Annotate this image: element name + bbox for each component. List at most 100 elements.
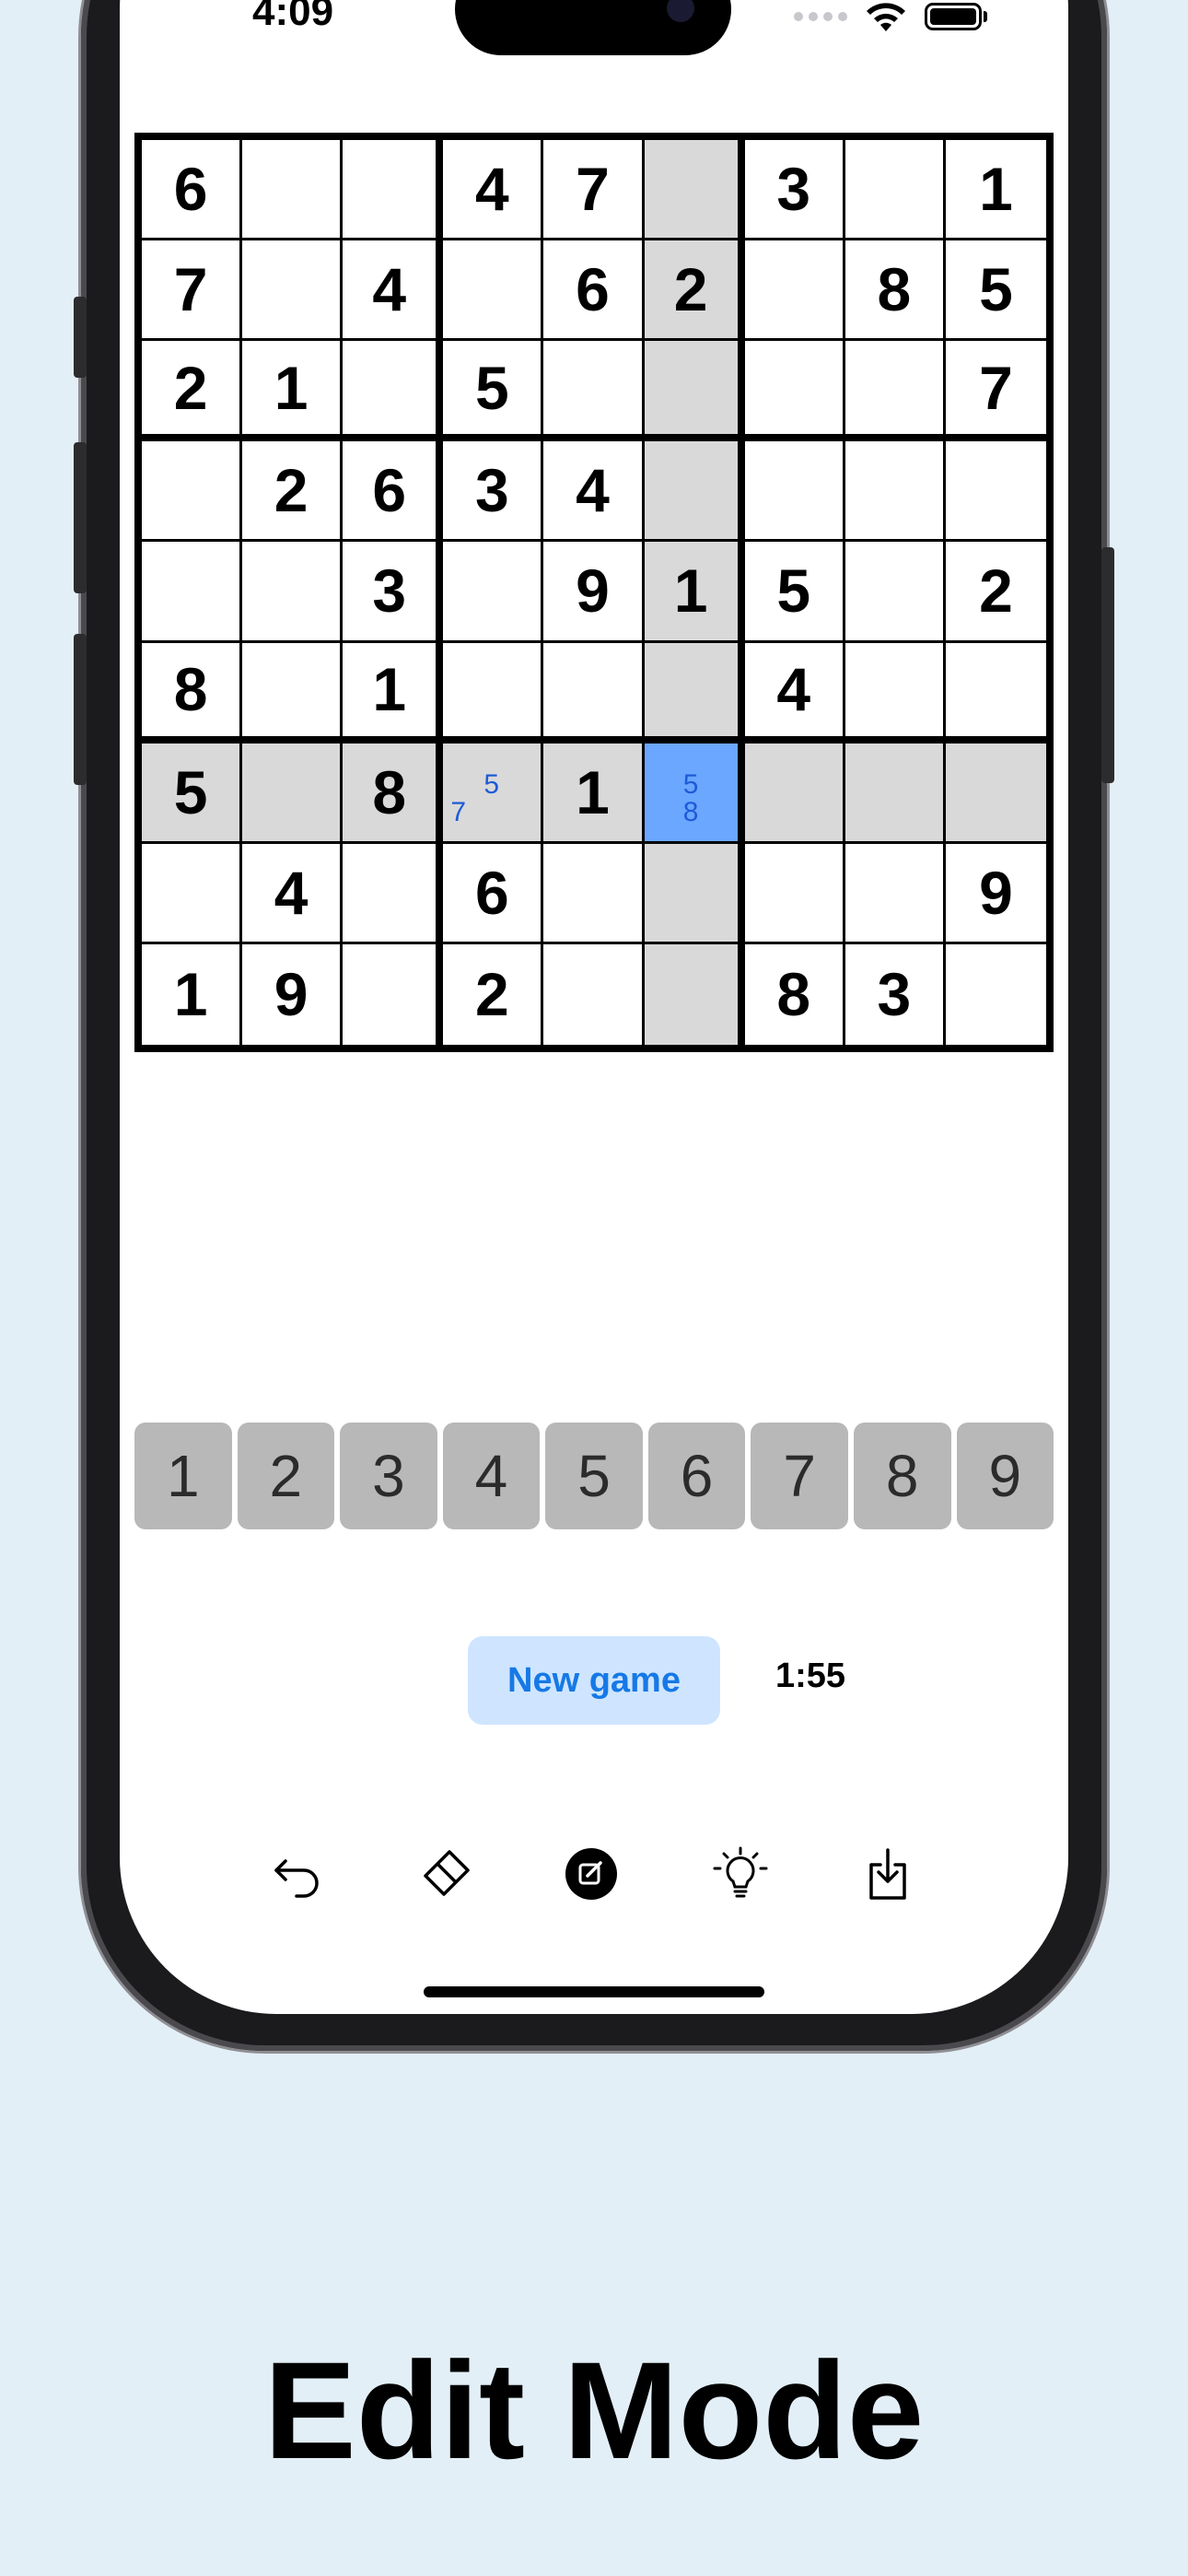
sudoku-cell-r9-c6[interactable]	[644, 943, 745, 1045]
sudoku-cell-r6-c4[interactable]	[443, 642, 544, 744]
sudoku-cell-r4-c4[interactable]: 3	[443, 441, 544, 543]
numpad-key-8[interactable]: 8	[853, 1423, 951, 1529]
sudoku-cell-r4-c1[interactable]	[142, 441, 243, 543]
sudoku-cell-r4-c5[interactable]: 4	[543, 441, 645, 543]
sudoku-cell-r3-c1[interactable]: 2	[142, 341, 243, 442]
sudoku-cell-r8-c3[interactable]	[343, 843, 444, 944]
sudoku-cell-r4-c7[interactable]	[744, 441, 845, 543]
sudoku-cell-r5-c7[interactable]: 5	[744, 542, 845, 643]
sudoku-cell-r5-c8[interactable]	[844, 542, 946, 643]
sudoku-cell-r3-c5[interactable]	[543, 341, 645, 442]
sudoku-cell-r8-c8[interactable]	[844, 843, 946, 944]
sudoku-cell-r1-c1[interactable]: 6	[142, 140, 243, 241]
erase-button[interactable]	[409, 1837, 483, 1911]
sudoku-cell-r3-c8[interactable]	[844, 341, 946, 442]
sudoku-cell-r8-c5[interactable]	[543, 843, 645, 944]
numpad-key-5[interactable]: 5	[545, 1423, 643, 1529]
numpad-key-1[interactable]: 1	[134, 1423, 232, 1529]
sudoku-cell-r3-c9[interactable]: 7	[945, 341, 1046, 442]
sudoku-cell-r8-c1[interactable]	[142, 843, 243, 944]
sudoku-cell-r2-c2[interactable]	[242, 240, 344, 342]
new-game-button[interactable]: New game	[468, 1636, 720, 1725]
sudoku-cell-r7-c8[interactable]	[844, 743, 946, 844]
sudoku-cell-r8-c4[interactable]: 6	[443, 843, 544, 944]
numpad-key-3[interactable]: 3	[340, 1423, 437, 1529]
sudoku-cell-r3-c6[interactable]	[644, 341, 745, 442]
sudoku-cell-r2-c9[interactable]: 5	[945, 240, 1046, 342]
sudoku-cell-r1-c4[interactable]: 4	[443, 140, 544, 241]
sudoku-cell-r2-c7[interactable]	[744, 240, 845, 342]
sudoku-cell-r9-c7[interactable]: 8	[744, 943, 845, 1045]
sudoku-cell-r1-c6[interactable]	[644, 140, 745, 241]
sudoku-cell-r1-c7[interactable]: 3	[744, 140, 845, 241]
status-time: 4:09	[252, 0, 334, 34]
sudoku-cell-r8-c7[interactable]	[744, 843, 845, 944]
wifi-icon	[867, 3, 905, 31]
sudoku-cell-r1-c9[interactable]: 1	[945, 140, 1046, 241]
sudoku-cell-r7-c4[interactable]: 57	[443, 743, 544, 844]
sudoku-cell-r7-c5[interactable]: 1	[543, 743, 645, 844]
sudoku-cell-r8-c2[interactable]: 4	[242, 843, 344, 944]
sudoku-cell-r7-c7[interactable]	[744, 743, 845, 844]
sudoku-cell-r7-c3[interactable]: 8	[343, 743, 444, 844]
sudoku-cell-r6-c8[interactable]	[844, 642, 946, 744]
sudoku-cell-r4-c2[interactable]: 2	[242, 441, 344, 543]
sudoku-cell-r7-c9[interactable]	[945, 743, 1046, 844]
sudoku-cell-r5-c5[interactable]: 9	[543, 542, 645, 643]
sudoku-cell-r5-c9[interactable]: 2	[945, 542, 1046, 643]
numpad-key-4[interactable]: 4	[442, 1423, 541, 1529]
sudoku-cell-r6-c2[interactable]	[242, 642, 344, 744]
sudoku-cell-r9-c2[interactable]: 9	[242, 943, 344, 1045]
sudoku-cell-r6-c7[interactable]: 4	[744, 642, 845, 744]
sudoku-cell-r1-c2[interactable]	[242, 140, 344, 241]
sudoku-cell-r9-c9[interactable]	[945, 943, 1046, 1045]
sudoku-cell-r2-c4[interactable]	[443, 240, 544, 342]
sudoku-cell-r2-c5[interactable]: 6	[543, 240, 645, 342]
sudoku-cell-r1-c3[interactable]	[343, 140, 444, 241]
undo-button[interactable]	[262, 1837, 335, 1911]
sudoku-cell-r9-c3[interactable]	[343, 943, 444, 1045]
sudoku-cell-r5-c2[interactable]	[242, 542, 344, 643]
sudoku-cell-r5-c4[interactable]	[443, 542, 544, 643]
sudoku-cell-r2-c1[interactable]: 7	[142, 240, 243, 342]
sudoku-cell-r3-c2[interactable]: 1	[242, 341, 344, 442]
sudoku-cell-r1-c5[interactable]: 7	[543, 140, 645, 241]
save-button[interactable]	[851, 1837, 925, 1911]
numpad-key-9[interactable]: 9	[956, 1423, 1054, 1529]
sudoku-cell-r7-c2[interactable]	[242, 743, 344, 844]
notes-mode-button[interactable]	[554, 1837, 628, 1911]
sudoku-cell-r5-c3[interactable]: 3	[343, 542, 444, 643]
sudoku-cell-r8-c6[interactable]	[644, 843, 745, 944]
sudoku-cell-r6-c9[interactable]	[945, 642, 1046, 744]
app-store-screenshot: 4:09 64731746285215726343915281458571584…	[0, 0, 1188, 2576]
sudoku-cell-r3-c3[interactable]	[343, 341, 444, 442]
sudoku-cell-r3-c4[interactable]: 5	[443, 341, 544, 442]
sudoku-cell-r9-c8[interactable]: 3	[844, 943, 946, 1045]
sudoku-cell-r2-c6[interactable]: 2	[644, 240, 745, 342]
sudoku-cell-r4-c9[interactable]	[945, 441, 1046, 543]
sudoku-cell-r7-c1[interactable]: 5	[142, 743, 243, 844]
sudoku-cell-r6-c5[interactable]	[543, 642, 645, 744]
sudoku-cell-r4-c3[interactable]: 6	[343, 441, 444, 543]
sudoku-cell-r2-c3[interactable]: 4	[343, 240, 444, 342]
numpad-key-2[interactable]: 2	[237, 1423, 335, 1529]
sudoku-cell-r6-c3[interactable]: 1	[343, 642, 444, 744]
sudoku-cell-r3-c7[interactable]	[744, 341, 845, 442]
sudoku-cell-r5-c6[interactable]: 1	[644, 542, 745, 643]
sudoku-cell-r8-c9[interactable]: 9	[945, 843, 1046, 944]
sudoku-cell-r6-c1[interactable]: 8	[142, 642, 243, 744]
sudoku-cell-r5-c1[interactable]	[142, 542, 243, 643]
sudoku-cell-r1-c8[interactable]	[844, 140, 946, 241]
numpad-key-6[interactable]: 6	[647, 1423, 746, 1529]
sudoku-cell-r9-c5[interactable]	[543, 943, 645, 1045]
numpad-key-7[interactable]: 7	[751, 1423, 848, 1529]
sudoku-cell-r7-c6[interactable]: 58	[644, 743, 745, 844]
sudoku-cell-r9-c1[interactable]: 1	[142, 943, 243, 1045]
sudoku-cell-r4-c8[interactable]	[844, 441, 946, 543]
sudoku-cell-r9-c4[interactable]: 2	[443, 943, 544, 1045]
sudoku-cell-r6-c6[interactable]	[644, 642, 745, 744]
sudoku-cell-r2-c8[interactable]: 8	[844, 240, 946, 342]
hint-button[interactable]	[704, 1837, 777, 1911]
volume-up-button	[74, 442, 87, 593]
sudoku-cell-r4-c6[interactable]	[644, 441, 745, 543]
